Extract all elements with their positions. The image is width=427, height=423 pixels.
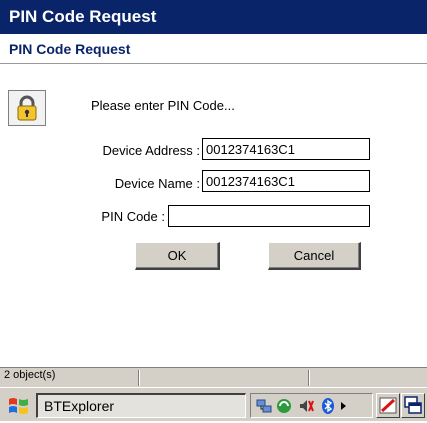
taskbar: BTExplorer [0, 387, 427, 421]
ok-button[interactable]: OK [135, 242, 220, 270]
prompt-text: Please enter PIN Code... [91, 98, 235, 113]
dialog-header: PIN Code Request [0, 34, 427, 64]
object-count: 2 object(s) [4, 369, 56, 381]
status-separator [138, 370, 139, 386]
taskbar-item-btexplorer[interactable]: BTExplorer [36, 393, 246, 418]
cancel-button[interactable]: Cancel [268, 242, 361, 270]
pen-input-icon[interactable] [376, 393, 400, 418]
pin-code-label: PIN Code : [101, 209, 165, 224]
system-tray [250, 393, 373, 418]
window-title: PIN Code Request [0, 0, 427, 34]
network-icon[interactable] [255, 397, 273, 415]
sync-icon[interactable] [275, 397, 293, 415]
device-name-field[interactable] [202, 170, 370, 192]
pin-code-input[interactable] [168, 205, 370, 227]
device-address-field[interactable] [202, 138, 370, 160]
lock-icon [8, 90, 46, 126]
windows-flag-icon[interactable] [6, 394, 32, 418]
window-switch-icon[interactable] [401, 393, 425, 418]
bluetooth-icon[interactable] [319, 397, 337, 415]
device-name-label: Device Name : [114, 176, 200, 191]
status-separator [308, 370, 309, 386]
device-address-label: Device Address : [102, 143, 200, 158]
tray-arrow-icon[interactable] [339, 397, 349, 415]
status-bar: 2 object(s) [0, 367, 427, 387]
volume-icon[interactable] [297, 397, 315, 415]
pin-dialog: PIN Code Request Please enter PIN Code..… [0, 34, 427, 367]
